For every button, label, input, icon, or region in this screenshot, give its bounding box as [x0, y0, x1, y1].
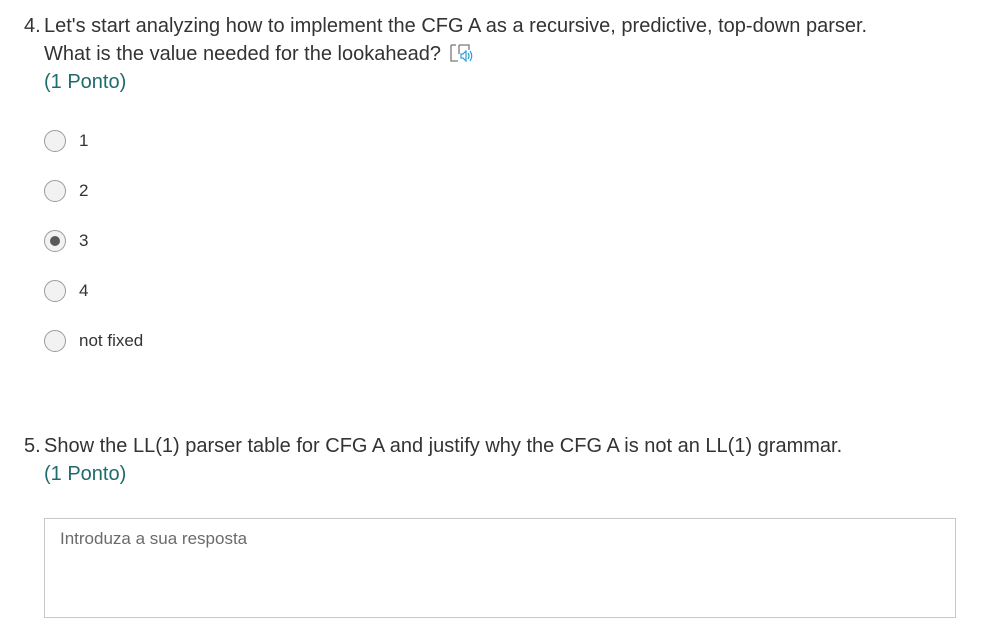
option-label: 1	[79, 131, 89, 150]
answer-textarea[interactable]	[44, 518, 956, 618]
question-text-line: What is the value needed for the lookahe…	[44, 40, 964, 68]
radio-button[interactable]	[44, 230, 66, 252]
question-text-line: Let's start analyzing how to implement t…	[44, 15, 868, 37]
option-label: 2	[79, 181, 89, 200]
answer-options: 1 2 3 4 not fixed	[44, 116, 964, 366]
option-label: 3	[79, 231, 89, 250]
question-4-title: 4. Let's start analyzing how to implemen…	[24, 12, 964, 68]
question-points: (1 Ponto)	[44, 463, 127, 485]
radio-button[interactable]	[44, 280, 66, 302]
option-label: 4	[79, 281, 89, 300]
radio-button[interactable]	[44, 130, 66, 152]
question-text: Show the LL(1) parser table for CFG A an…	[44, 435, 843, 457]
question-4: 4. Let's start analyzing how to implemen…	[24, 12, 964, 366]
question-number: 5.	[24, 435, 41, 457]
radio-button[interactable]	[44, 330, 66, 352]
question-5-title: 5. Show the LL(1) parser table for CFG A…	[24, 432, 964, 460]
quiz-page: 4. Let's start analyzing how to implemen…	[0, 0, 988, 644]
question-text-line-2: What is the value needed for the lookahe…	[44, 43, 441, 65]
option-2[interactable]: 2	[44, 166, 964, 216]
question-text: Let's start analyzing how to implement t…	[44, 12, 964, 68]
radio-button[interactable]	[44, 180, 66, 202]
option-label: not fixed	[79, 331, 144, 350]
question-number: 4.	[24, 15, 41, 37]
option-1[interactable]: 1	[44, 116, 964, 166]
option-3[interactable]: 3	[44, 216, 964, 266]
option-not-fixed[interactable]: not fixed	[44, 316, 964, 366]
immersive-reader-icon[interactable]	[449, 42, 475, 64]
question-5: 5. Show the LL(1) parser table for CFG A…	[24, 432, 964, 618]
radio-dot	[50, 236, 60, 246]
question-points: (1 Ponto)	[44, 71, 127, 93]
option-4[interactable]: 4	[44, 266, 964, 316]
